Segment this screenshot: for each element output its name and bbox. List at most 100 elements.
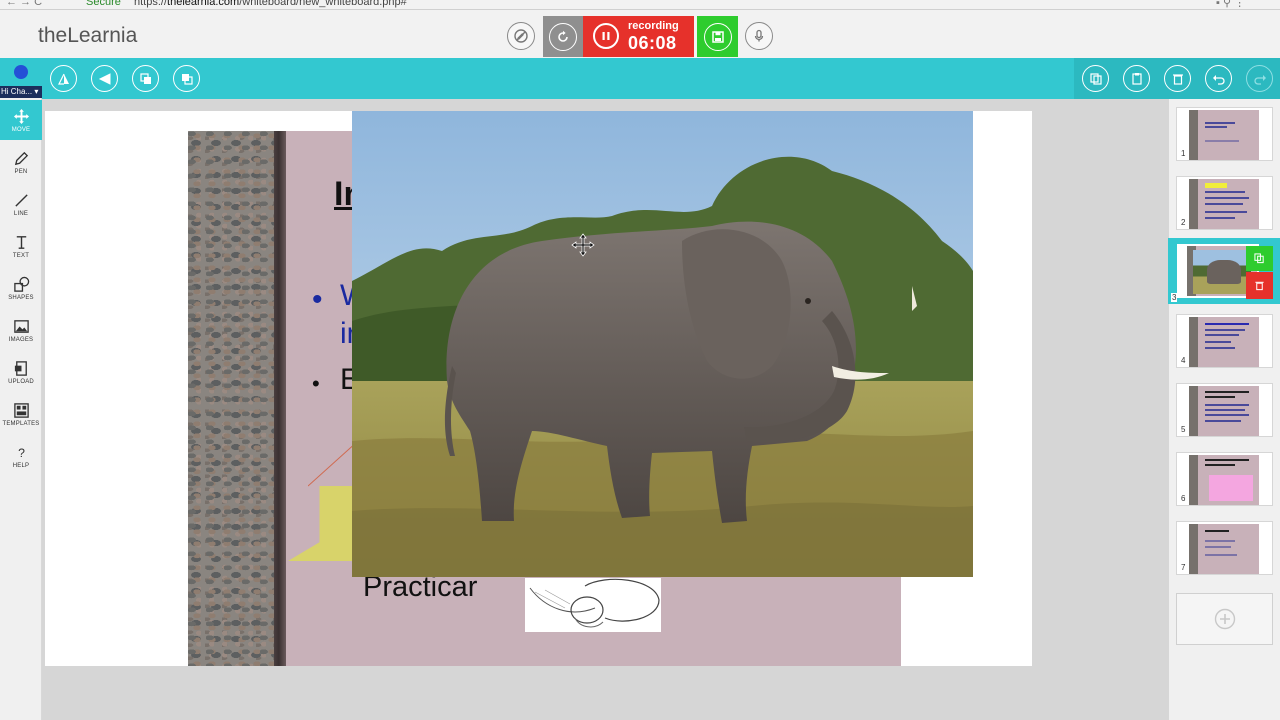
copy-button[interactable] [1082,65,1109,92]
thumb-preview [1189,110,1259,160]
bullet-dot: • [312,371,320,396]
flip-vertical-button[interactable] [50,65,77,92]
bullet-dot: • [312,283,323,316]
thumb-preview [1189,317,1259,367]
add-slide-button[interactable] [1176,593,1273,645]
undo-icon [1212,74,1225,85]
move-cursor-icon [571,233,595,257]
url-field[interactable]: https://thelearnia.com/whiteboard/new_wh… [134,0,407,8]
redo-icon [1253,74,1266,85]
flip-icon [57,73,69,85]
edit-actions-bar [1074,58,1280,99]
move-icon [13,108,29,124]
slide-thumbnail-7[interactable]: 7 [1176,521,1273,575]
sketch-image[interactable] [525,578,661,632]
clear-recording-button[interactable] [507,22,535,50]
duplicate-icon [1254,253,1264,264]
text-icon [16,235,26,249]
slide-number: 1 [1180,149,1187,158]
svg-text:?: ? [18,446,25,460]
recording-timer: 06:08 [628,33,677,53]
tool-images[interactable]: IMAGES [0,310,42,350]
send-back-button[interactable] [173,65,200,92]
flip-left-icon [98,72,110,85]
save-recording-button[interactable] [697,16,738,57]
duplicate-slide-button[interactable] [1246,246,1273,271]
flip-horizontal-button[interactable] [91,65,118,92]
slide-thumbnail-1[interactable]: 1 [1176,107,1273,161]
slide-number: 3 [1171,293,1178,302]
floppy-disk-icon [711,30,724,43]
templates-icon [13,402,29,418]
microphone-button[interactable] [745,22,773,50]
tool-text[interactable]: TEXT [0,226,42,266]
recording-label: recording [628,20,679,32]
slide-number: 6 [1180,494,1187,503]
tool-upload[interactable]: UPLOAD [0,352,42,392]
color-picker[interactable] [0,58,42,86]
tool-label: UPLOAD [8,378,34,385]
pause-icon [602,32,610,40]
tool-shapes[interactable]: SHAPES [0,268,42,308]
tool-pen[interactable]: PEN [0,142,42,182]
font-picker-value: Hi Cha... [1,87,33,96]
trash-icon [1172,73,1183,85]
send-to-back-icon [181,73,193,85]
sketch-drawing [529,578,660,628]
recording-status: recording 06:08 [583,16,694,57]
tool-templates[interactable]: TEMPLATES [0,394,42,434]
pen-icon [14,151,28,165]
thumb-preview [1189,179,1259,229]
stone-texture [188,131,274,666]
whiteboard-toolbar [42,58,1168,99]
browser-address-bar: ← → C Secure https://thelearnia.com/whit… [0,0,1280,10]
brand-logo: theLearnia [38,24,138,47]
delete-object-button[interactable] [1164,65,1191,92]
trash-icon [1255,281,1264,291]
copy-icon [1089,72,1102,85]
tool-label: MOVE [11,126,31,133]
slide-thumbnail-5[interactable]: 5 [1176,383,1273,437]
shapes-icon [13,276,29,292]
slide-number: 5 [1180,425,1187,434]
tool-label: TEMPLATES [2,420,40,427]
app-header: theLearnia recording 06:08 [0,10,1280,58]
slide-thumbnail-4[interactable]: 4 [1176,314,1273,368]
restart-ring [549,22,577,51]
tool-move[interactable]: MOVE [0,100,42,140]
tool-help[interactable]: ? HELP [0,436,42,476]
pause-recording-button[interactable] [593,23,619,49]
no-edit-icon [514,29,528,43]
redo-button[interactable] [1246,65,1273,92]
bring-front-button[interactable] [132,65,159,92]
thumb-preview [1189,386,1259,436]
elephant-scene [352,111,973,577]
restart-icon [558,30,568,42]
tool-line[interactable]: LINE [0,184,42,224]
thumb-preview [1189,455,1259,505]
delete-slide-button[interactable] [1246,272,1273,299]
save-ring [703,22,732,51]
tool-label: IMAGES [8,336,34,343]
undo-button[interactable] [1205,65,1232,92]
font-picker[interactable]: Hi Cha... ▾ [0,86,42,98]
elephant-photo[interactable] [352,111,973,577]
microphone-icon [754,29,764,42]
thumb-preview [1189,524,1259,574]
upload-icon [14,360,27,376]
tool-sidebar: Hi Cha... ▾ MOVE PEN LINE TEXT SHAPES IM… [0,58,42,720]
paste-icon [1131,72,1142,85]
restart-button[interactable] [543,16,583,57]
browser-nav-icons[interactable]: ← → C [6,0,42,8]
paste-button[interactable] [1123,65,1150,92]
secure-label: Secure [86,0,121,8]
browser-menu-icons[interactable]: ▪ ⚲ ⋮ [1216,0,1245,9]
tool-label: HELP [12,462,30,469]
tool-label: SHAPES [8,294,34,301]
slide-thumbnail-6[interactable]: 6 [1176,452,1273,506]
plus-icon [1214,608,1235,630]
help-icon: ? [18,446,25,460]
tool-label: PEN [14,168,28,175]
slide-thumbnail-2[interactable]: 2 [1176,176,1273,230]
slide-number: 4 [1180,356,1187,365]
